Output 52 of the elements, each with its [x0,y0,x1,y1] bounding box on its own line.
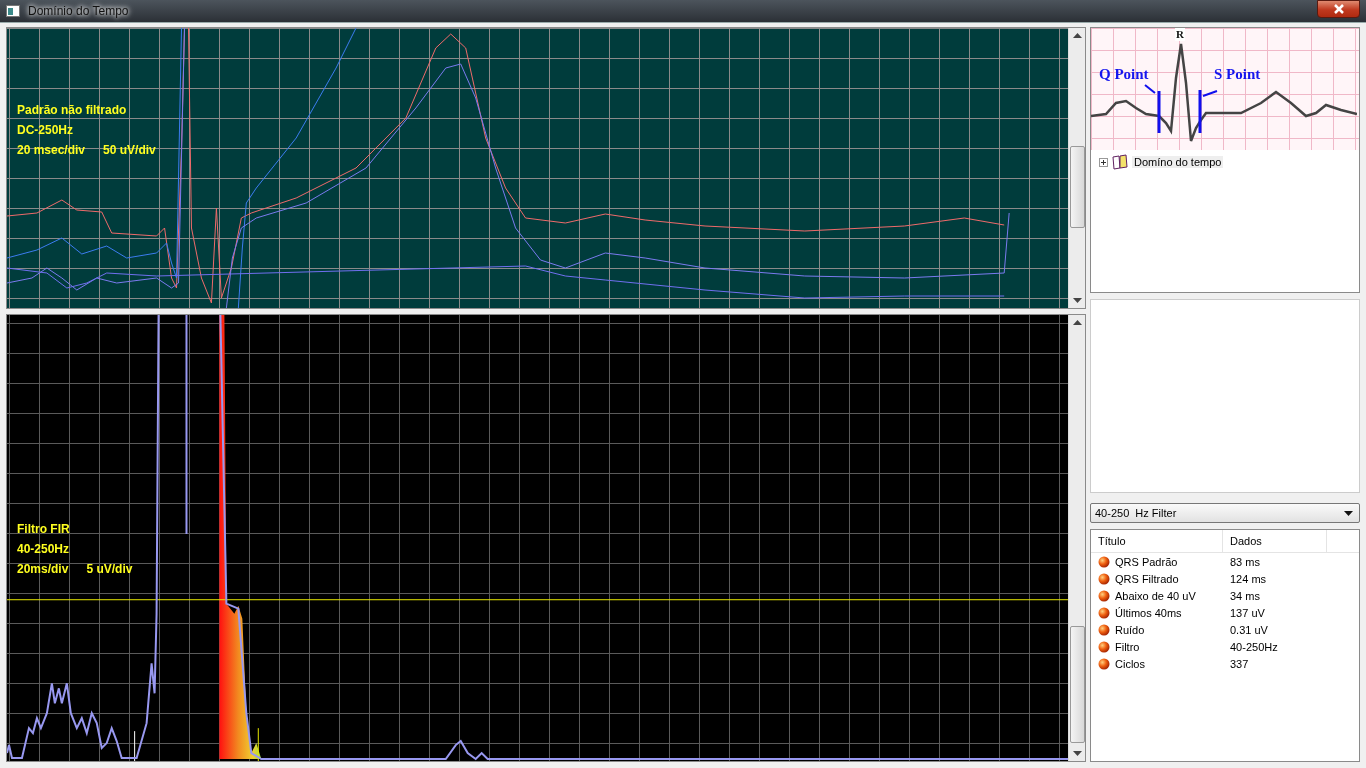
plot-label: Padrão não filtrado [17,102,128,118]
vertical-scrollbar[interactable] [1068,315,1085,761]
plot-label: 20 msec/div [17,142,86,158]
column-header[interactable]: Dados [1223,530,1327,552]
list-cell-text: 124 ms [1229,572,1268,585]
diagram-label: Q Point [1099,66,1149,82]
list-cell-text: 40-250Hz [1229,640,1279,653]
book-icon [1111,154,1129,170]
tree-item[interactable]: Domíno do tempo [1091,150,1232,174]
tree-label: Domíno do tempo [1132,156,1224,168]
list-cell-text: 137 uV [1229,606,1266,619]
bullet-icon [1098,589,1110,602]
close-icon [1332,4,1345,14]
plot-label: 5 uV/div [86,561,133,577]
window-title: Domínio do Tempo [28,4,129,18]
diagram-label: S Point [1214,66,1261,82]
list-cell: Filtro [1115,640,1140,653]
list-cell-text: 83 ms [1229,555,1261,568]
list-cell: Ciclos [1115,657,1145,670]
list-cell-text: 337 [1229,657,1250,670]
bullet-icon [1098,606,1110,619]
scroll-down-icon [1072,751,1082,756]
scroll-thumb[interactable] [1069,626,1085,743]
close-button[interactable] [1317,0,1360,18]
bullet-icon [1098,555,1110,568]
bullet-icon [1098,623,1110,636]
expand-toggle[interactable] [1099,157,1108,167]
list-cell-text: 0.31 uV [1229,623,1269,636]
plot-label: 40-250Hz [17,541,71,557]
plot-label: DC-250Hz [17,122,74,138]
bullet-icon [1098,640,1110,653]
plot-label: 20ms/div [17,561,69,577]
diagram-label: R [1175,28,1185,41]
scroll-thumb[interactable] [1069,146,1085,228]
scroll-up-icon [1072,33,1082,38]
filter-dropdown[interactable]: 40-250 Hz Filter [1090,503,1360,523]
scroll-down-icon [1072,298,1082,303]
list-cell: QRS Filtrado [1115,572,1179,585]
list-cell: Ruído [1115,623,1145,636]
plot-label: Filtro FIR [17,521,71,537]
list-cell: QRS Padrão [1115,555,1178,568]
plot-label: 50 uV/div [103,142,156,158]
scroll-up-icon [1072,320,1082,325]
list-cell: Abaixo de 40 uV [1115,589,1196,602]
bullet-icon [1098,657,1110,670]
window-icon [6,5,20,17]
vertical-scrollbar[interactable] [1068,28,1085,308]
dropdown-arrow-icon [1344,510,1353,516]
bullet-icon [1098,572,1110,585]
column-header[interactable]: Título [1091,530,1223,552]
list-cell: Últimos 40ms [1115,606,1182,619]
list-cell-text: 34 ms [1229,589,1261,602]
